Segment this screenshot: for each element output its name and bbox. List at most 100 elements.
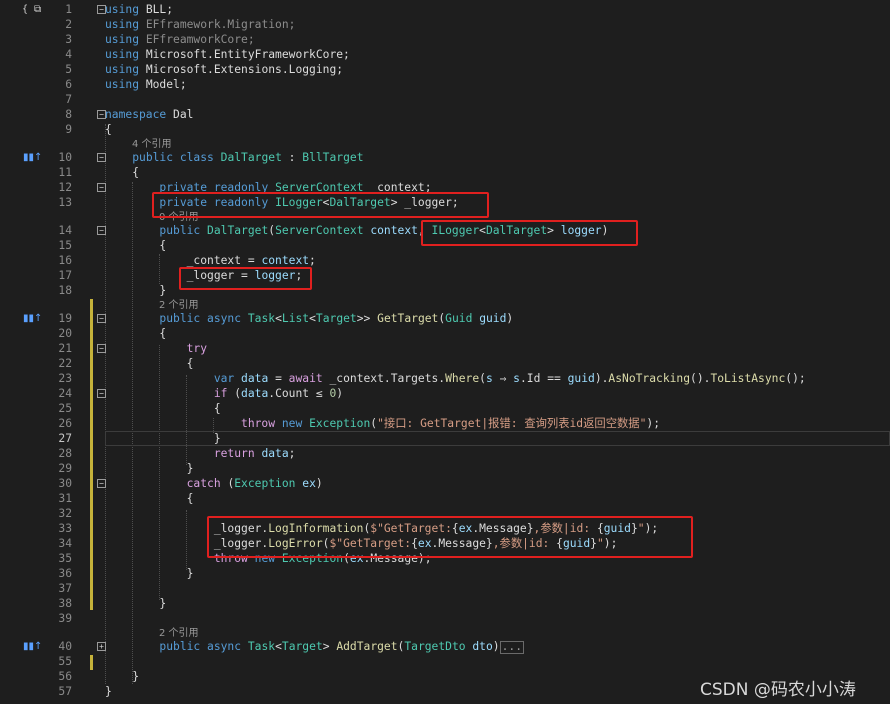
- code-line[interactable]: 2 using EFframework.Migration;: [0, 17, 890, 32]
- code-line[interactable]: 24− if (data.Count ≤ 0): [0, 386, 890, 401]
- line-number: 35: [58, 552, 72, 565]
- code-text[interactable]: catch (Exception ex): [105, 476, 323, 491]
- code-text[interactable]: {: [105, 491, 194, 506]
- code-line[interactable]: 7: [0, 92, 890, 107]
- code-text[interactable]: using Microsoft.Extensions.Logging;: [105, 62, 343, 77]
- codelens-add-refs[interactable]: 2 个引用: [159, 626, 199, 641]
- code-line[interactable]: 55: [0, 654, 890, 669]
- code-text[interactable]: using Microsoft.EntityFrameworkCore;: [105, 47, 350, 62]
- line-number: 17: [58, 269, 72, 282]
- code-line[interactable]: 16 _context = context;: [0, 253, 890, 268]
- code-line[interactable]: ▮▮↑ 40 + public async Task<Target> AddTarg…: [0, 639, 890, 654]
- code-line[interactable]: 27 }: [0, 431, 890, 446]
- line-number: 31: [58, 492, 72, 505]
- code-text[interactable]: }: [105, 669, 139, 684]
- code-line[interactable]: 6 using Model;: [0, 77, 890, 92]
- code-text[interactable]: public class DalTarget : BllTarget: [105, 150, 363, 165]
- collapsed-region[interactable]: ...: [499, 640, 524, 654]
- code-line[interactable]: 4 using Microsoft.EntityFrameworkCore;: [0, 47, 890, 62]
- line-number: 23: [58, 372, 72, 385]
- code-line[interactable]: 3 using EFfreamworkCore;: [0, 32, 890, 47]
- code-line[interactable]: 20 {: [0, 326, 890, 341]
- code-text[interactable]: public async Task<List<Target>> GetTarge…: [105, 311, 513, 326]
- code-text[interactable]: }: [105, 596, 166, 611]
- line-number: 18: [58, 284, 72, 297]
- code-line[interactable]: 31 {: [0, 491, 890, 506]
- code-text[interactable]: var data = await _context.Targets.Where(…: [105, 371, 806, 386]
- code-line[interactable]: 36 }: [0, 566, 890, 581]
- code-line[interactable]: 17 _logger = logger;: [0, 268, 890, 283]
- line-number: 36: [58, 567, 72, 580]
- code-text[interactable]: {: [105, 238, 166, 253]
- code-text[interactable]: namespace Dal: [105, 107, 193, 122]
- code-line[interactable]: 23 var data = await _context.Targets.Whe…: [0, 371, 890, 386]
- code-line[interactable]: ▮▮↑ 19− public async Task<List<Target>> G…: [0, 311, 890, 326]
- line-number: 19: [58, 312, 72, 325]
- line-number: 4: [65, 48, 72, 61]
- line-number: 8: [65, 108, 72, 121]
- code-text[interactable]: {: [105, 122, 112, 137]
- code-text[interactable]: }: [105, 461, 194, 476]
- line-number: 1: [65, 3, 72, 16]
- code-line[interactable]: 18 }: [0, 283, 890, 298]
- line-number: 32: [58, 507, 72, 520]
- code-text[interactable]: {: [105, 165, 139, 180]
- line-number: 2: [65, 18, 72, 31]
- line-number: 5: [65, 63, 72, 76]
- highlight-logger-param: [421, 220, 638, 246]
- code-text[interactable]: {: [105, 326, 166, 341]
- code-line[interactable]: 39: [0, 611, 890, 626]
- code-text[interactable]: using EFframework.Migration;: [105, 17, 295, 32]
- line-number: 7: [65, 93, 72, 106]
- code-line[interactable]: 22 {: [0, 356, 890, 371]
- line-number: 37: [58, 582, 72, 595]
- code-text[interactable]: {: [105, 356, 194, 371]
- line-number: 39: [58, 612, 72, 625]
- code-text[interactable]: _context = context;: [105, 253, 316, 268]
- code-text[interactable]: using Model;: [105, 77, 187, 92]
- code-text[interactable]: using EFfreamworkCore;: [105, 32, 255, 47]
- line-number: 22: [58, 357, 72, 370]
- code-text[interactable]: return data;: [105, 446, 296, 461]
- code-text[interactable]: }: [105, 684, 112, 699]
- code-line[interactable]: 37: [0, 581, 890, 596]
- line-number: 57: [58, 685, 72, 698]
- code-line[interactable]: 11 {: [0, 165, 890, 180]
- code-line[interactable]: 8− namespace Dal: [0, 107, 890, 122]
- code-line[interactable]: 26 throw new Exception("接口: GetTarget|报错…: [0, 416, 890, 431]
- code-line[interactable]: 9{: [0, 122, 890, 137]
- line-number: 30: [58, 477, 72, 490]
- line-number: 15: [58, 239, 72, 252]
- line-number: 14: [58, 224, 72, 237]
- code-text[interactable]: try: [105, 341, 207, 356]
- code-text[interactable]: using BLL;: [105, 2, 173, 17]
- code-text[interactable]: if (data.Count ≤ 0): [105, 386, 343, 401]
- code-text[interactable]: throw new Exception("接口: GetTarget|报错: 查…: [105, 416, 660, 431]
- line-number: 24: [58, 387, 72, 400]
- code-text[interactable]: }: [105, 431, 221, 446]
- codelens-method-refs[interactable]: 2 个引用: [159, 298, 199, 313]
- code-text[interactable]: }: [105, 283, 166, 298]
- line-number: 56: [58, 670, 72, 683]
- code-line[interactable]: 38 }: [0, 596, 890, 611]
- code-editor[interactable]: { ⧉ 1− using BLL; 2 using EFframework.Migra…: [0, 0, 890, 704]
- code-line[interactable]: 21− try: [0, 341, 890, 356]
- highlight-logger-assign: [179, 267, 312, 290]
- code-text[interactable]: {: [105, 401, 221, 416]
- code-line[interactable]: 1− using BLL;: [0, 2, 890, 17]
- code-line[interactable]: ▮▮↑ 10− public class DalTarget : BllTarge…: [0, 150, 890, 165]
- line-number: 29: [58, 462, 72, 475]
- code-line[interactable]: 5 using Microsoft.Extensions.Logging;: [0, 62, 890, 77]
- code-text[interactable]: public async Task<Target> AddTarget(Targ…: [105, 639, 524, 654]
- line-number: 40: [58, 640, 72, 653]
- line-number: 20: [58, 327, 72, 340]
- code-line[interactable]: 25 {: [0, 401, 890, 416]
- line-number: 9: [65, 123, 72, 136]
- watermark: CSDN @码农小小涛: [700, 680, 856, 700]
- codelens-class-refs[interactable]: 4 个引用: [132, 137, 172, 152]
- code-line[interactable]: 28 return data;: [0, 446, 890, 461]
- current-line-highlight: [105, 431, 890, 446]
- code-line[interactable]: 29 }: [0, 461, 890, 476]
- code-line[interactable]: 30− catch (Exception ex): [0, 476, 890, 491]
- code-text[interactable]: }: [105, 566, 194, 581]
